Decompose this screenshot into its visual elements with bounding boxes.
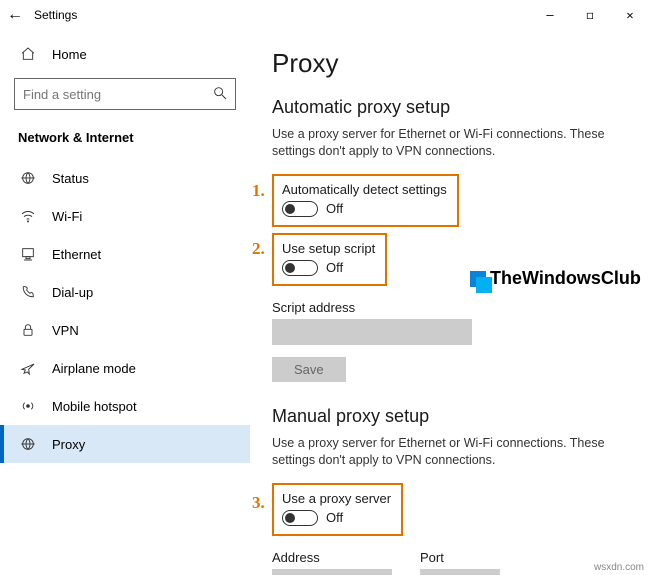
port-label: Port bbox=[420, 550, 500, 565]
sidebar-section: Network & Internet bbox=[0, 124, 250, 159]
sidebar-item-label: Status bbox=[52, 171, 89, 186]
address-label: Address bbox=[272, 550, 392, 565]
ethernet-icon bbox=[18, 246, 38, 262]
save-button[interactable]: Save bbox=[272, 357, 346, 382]
sidebar-item-label: Dial-up bbox=[52, 285, 93, 300]
section-manual-title: Manual proxy setup bbox=[272, 406, 628, 427]
close-button[interactable]: ✕ bbox=[610, 0, 650, 30]
airplane-icon bbox=[18, 360, 38, 376]
minimize-button[interactable]: ― bbox=[530, 0, 570, 30]
watermark-icon bbox=[470, 271, 486, 287]
section-manual-desc: Use a proxy server for Ethernet or Wi-Fi… bbox=[272, 435, 628, 469]
search-wrap bbox=[14, 78, 236, 110]
auto-detect-state: Off bbox=[326, 201, 343, 216]
script-address-label: Script address bbox=[272, 300, 628, 315]
port-input[interactable] bbox=[420, 569, 500, 575]
sidebar-item-label: Ethernet bbox=[52, 247, 101, 262]
sidebar-item-label: Wi-Fi bbox=[52, 209, 82, 224]
watermark-text: TheWindowsClub bbox=[490, 268, 641, 289]
status-icon bbox=[18, 170, 38, 186]
use-proxy-block: Use a proxy server Off bbox=[272, 483, 403, 536]
proxy-icon bbox=[18, 436, 38, 452]
hotspot-icon bbox=[18, 398, 38, 414]
setup-script-block: Use setup script Off bbox=[272, 233, 387, 286]
home-icon bbox=[18, 46, 38, 62]
search-input[interactable] bbox=[14, 78, 236, 110]
use-proxy-label: Use a proxy server bbox=[282, 491, 391, 506]
sidebar-item-label: VPN bbox=[52, 323, 79, 338]
auto-detect-toggle[interactable] bbox=[282, 201, 318, 217]
setup-script-state: Off bbox=[326, 260, 343, 275]
address-input[interactable] bbox=[272, 569, 392, 575]
sidebar-item-label: Proxy bbox=[52, 437, 85, 452]
sidebar-item-ethernet[interactable]: Ethernet bbox=[0, 235, 250, 273]
sidebar-item-airplane[interactable]: Airplane mode bbox=[0, 349, 250, 387]
sidebar-home[interactable]: Home bbox=[0, 38, 250, 70]
window-title: Settings bbox=[30, 8, 77, 22]
setup-script-toggle[interactable] bbox=[282, 260, 318, 276]
content: Proxy Automatic proxy setup Use a proxy … bbox=[250, 30, 650, 575]
dialup-icon bbox=[18, 284, 38, 300]
sidebar-item-vpn[interactable]: VPN bbox=[0, 311, 250, 349]
sidebar: Home Network & Internet Status Wi-Fi bbox=[0, 30, 250, 575]
annotation-3: 3. bbox=[252, 493, 265, 513]
section-auto-title: Automatic proxy setup bbox=[272, 97, 628, 118]
annotation-2: 2. bbox=[252, 239, 265, 259]
watermark: TheWindowsClub bbox=[470, 268, 641, 289]
search-icon bbox=[212, 85, 228, 106]
sidebar-nav: Status Wi-Fi Ethernet Dial-up VPN bbox=[0, 159, 250, 463]
back-button[interactable]: ← bbox=[0, 6, 30, 24]
maximize-button[interactable]: ◻ bbox=[570, 0, 610, 30]
sidebar-item-hotspot[interactable]: Mobile hotspot bbox=[0, 387, 250, 425]
footer-source: wsxdn.com bbox=[594, 562, 644, 573]
sidebar-item-status[interactable]: Status bbox=[0, 159, 250, 197]
annotation-1: 1. bbox=[252, 181, 265, 201]
auto-detect-label: Automatically detect settings bbox=[282, 182, 447, 197]
use-proxy-state: Off bbox=[326, 510, 343, 525]
sidebar-item-label: Airplane mode bbox=[52, 361, 136, 376]
sidebar-home-label: Home bbox=[52, 47, 87, 62]
sidebar-item-dialup[interactable]: Dial-up bbox=[0, 273, 250, 311]
use-proxy-toggle[interactable] bbox=[282, 510, 318, 526]
setup-script-label: Use setup script bbox=[282, 241, 375, 256]
wifi-icon bbox=[18, 208, 38, 224]
titlebar: ← Settings ― ◻ ✕ bbox=[0, 0, 650, 30]
sidebar-item-label: Mobile hotspot bbox=[52, 399, 137, 414]
script-address-input[interactable] bbox=[272, 319, 472, 345]
section-auto-desc: Use a proxy server for Ethernet or Wi-Fi… bbox=[272, 126, 628, 160]
auto-detect-block: Automatically detect settings Off bbox=[272, 174, 459, 227]
vpn-icon bbox=[18, 322, 38, 338]
sidebar-item-proxy[interactable]: Proxy bbox=[0, 425, 250, 463]
page-title: Proxy bbox=[272, 48, 628, 79]
sidebar-item-wifi[interactable]: Wi-Fi bbox=[0, 197, 250, 235]
